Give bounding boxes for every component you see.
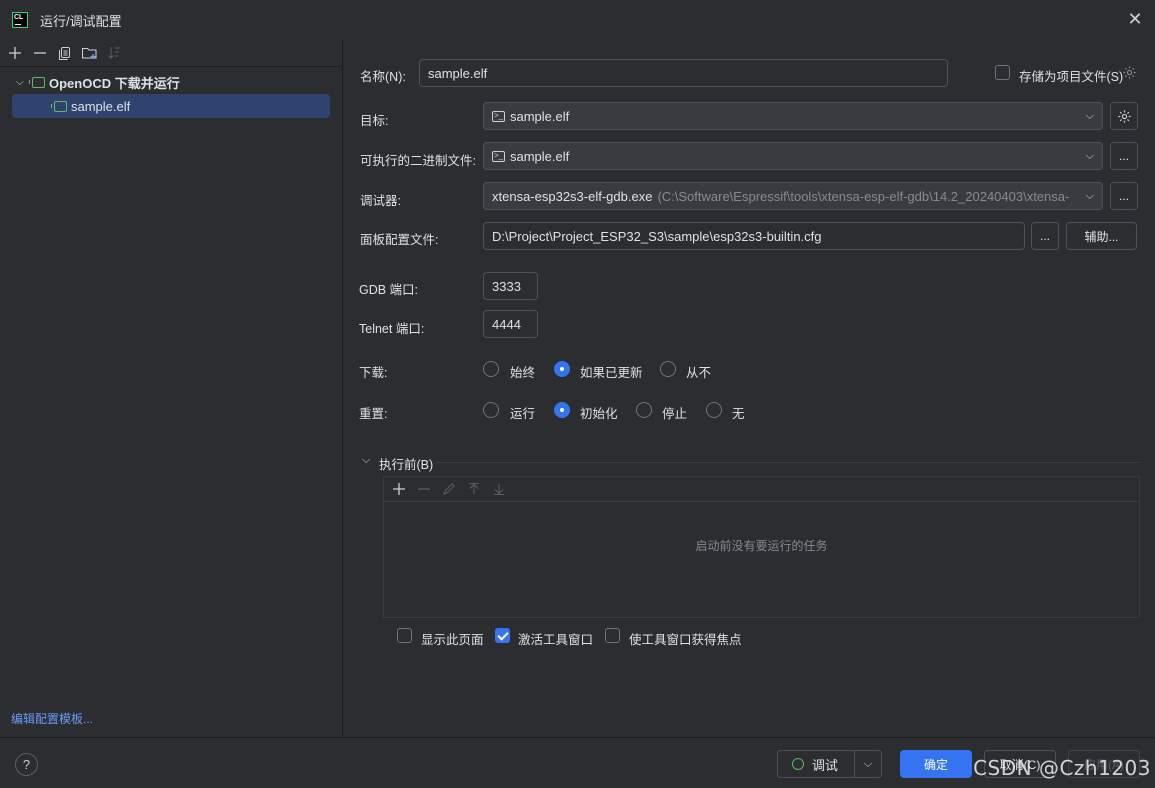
reset-none-radio[interactable] [706, 402, 722, 418]
name-field[interactable]: sample.elf [419, 59, 948, 87]
reset-none-label: 无 [732, 407, 745, 421]
executable-select[interactable]: >_ sample.elf ⌵ [483, 142, 1103, 170]
focus-tool-window-checkbox[interactable] [605, 628, 620, 643]
gear-icon[interactable] [1122, 65, 1137, 83]
target-value: sample.elf [510, 108, 570, 124]
terminal-icon: >_ [492, 110, 505, 122]
executable-value: sample.elf [510, 148, 570, 164]
telnet-port-field[interactable]: 4444 [483, 310, 538, 338]
chevron-down-icon[interactable]: ⌵ [855, 758, 881, 771]
download-if-updated-label: 如果已更新 [580, 366, 643, 380]
window-title: 运行/调试配置 [40, 13, 122, 29]
telnet-port-value: 4444 [492, 316, 521, 332]
help-button[interactable]: ? [15, 753, 38, 776]
debugger-select[interactable]: xtensa-esp32s3-elf-gdb.exe (C:\Software\… [483, 182, 1103, 210]
chevron-down-icon: ⌵ [1085, 110, 1094, 122]
chevron-down-icon[interactable]: ⌵ [16, 77, 28, 88]
reset-init-radio[interactable] [554, 402, 570, 418]
board-config-label: 面板配置文件: [360, 233, 439, 247]
target-label: 目标: [360, 114, 389, 128]
pencil-icon[interactable] [438, 479, 459, 499]
focus-tool-window-label: 使工具窗口获得焦点 [629, 633, 742, 647]
chevron-down-icon: ⌵ [1085, 150, 1094, 162]
edit-templates-link[interactable]: 编辑配置模板... [11, 710, 93, 727]
tree-group-openocd[interactable]: ⌵ OpenOCD 下载并运行 [12, 70, 330, 94]
board-config-browse-button[interactable]: ... [1031, 222, 1059, 250]
activate-tool-window-checkbox[interactable] [495, 628, 510, 643]
empty-tasks-text: 启动前没有要运行的任务 [695, 539, 828, 553]
dialog-button-bar: ? 调试 ⌵ 确定 取消(C) 应用(A) CSDN @Czh1203 [0, 737, 1155, 788]
reset-run-label: 运行 [510, 407, 536, 421]
move-up-icon[interactable] [463, 479, 484, 499]
bug-icon [792, 758, 804, 770]
debug-button[interactable]: 调试 [778, 751, 855, 777]
folder-icon[interactable] [79, 43, 100, 63]
target-settings-button[interactable] [1110, 102, 1138, 130]
reset-halt-radio[interactable] [636, 402, 652, 418]
gdb-port-value: 3333 [492, 278, 521, 294]
config-tree-panel: ⌵ OpenOCD 下载并运行 sample.elf 编辑配置模板... [0, 40, 343, 737]
debugger-label: 调试器: [360, 194, 401, 208]
download-if-updated-radio[interactable] [554, 361, 570, 377]
target-select[interactable]: >_ sample.elf ⌵ [483, 102, 1103, 130]
task-toolbar [384, 477, 1139, 502]
section-divider [436, 462, 1140, 463]
gdb-port-label: GDB 端口: [359, 283, 419, 297]
debug-split-button: 调试 ⌵ [777, 750, 882, 778]
executable-label: 可执行的二进制文件: [360, 154, 476, 168]
download-always-label: 始终 [510, 366, 536, 380]
remove-icon[interactable] [29, 43, 50, 63]
config-form: 名称(N): sample.elf 存储为项目文件(S) 目标: >_ samp… [344, 40, 1155, 737]
add-icon[interactable] [388, 479, 409, 499]
debugger-browse-button[interactable]: ... [1110, 182, 1138, 210]
tree-item-sample-elf[interactable]: sample.elf [12, 94, 330, 118]
remove-icon[interactable] [413, 479, 434, 499]
terminal-icon: >_ [492, 150, 505, 162]
watermark: CSDN @Czh1203 [973, 756, 1151, 780]
gear-icon [1117, 109, 1131, 123]
before-launch-label: 执行前(B) [379, 458, 434, 472]
move-down-icon[interactable] [488, 479, 509, 499]
show-page-label: 显示此页面 [421, 633, 484, 647]
reset-run-radio[interactable] [483, 402, 499, 418]
before-launch-task-list: 启动前没有要运行的任务 [383, 476, 1140, 618]
chevron-down-icon: ⌵ [1081, 190, 1094, 203]
activate-tool-window-label: 激活工具窗口 [518, 633, 594, 647]
close-icon[interactable]: ✕ [1125, 9, 1145, 29]
add-icon[interactable] [4, 43, 25, 63]
reset-halt-label: 停止 [662, 407, 688, 421]
chip-icon [51, 100, 67, 112]
board-config-field[interactable]: D:\Project\Project_ESP32_S3\sample\esp32… [483, 222, 1025, 250]
executable-browse-button[interactable]: ... [1110, 142, 1138, 170]
reset-init-label: 初始化 [580, 407, 618, 421]
config-tree: ⌵ OpenOCD 下载并运行 sample.elf [0, 66, 342, 118]
copy-icon[interactable] [54, 43, 75, 63]
download-never-radio[interactable] [660, 361, 676, 377]
title-bar: CL 运行/调试配置 ✕ [0, 0, 1155, 40]
tree-toolbar [0, 40, 342, 66]
gdb-port-field[interactable]: 3333 [483, 272, 538, 300]
reset-label: 重置: [359, 407, 388, 421]
name-label: 名称(N): [360, 70, 406, 84]
download-always-radio[interactable] [483, 361, 499, 377]
store-as-project-label: 存储为项目文件(S) [1019, 70, 1124, 84]
telnet-port-label: Telnet 端口: [359, 322, 425, 336]
store-as-project-checkbox[interactable] [995, 65, 1010, 80]
assist-button[interactable]: 辅助... [1066, 222, 1137, 250]
debug-label: 调试 [812, 757, 839, 773]
tree-group-label: OpenOCD 下载并运行 [49, 75, 180, 91]
debugger-path: (C:\Software\Espressif\tools\xtensa-esp-… [657, 188, 1070, 204]
ok-button[interactable]: 确定 [900, 750, 972, 778]
tree-item-label: sample.elf [71, 98, 131, 114]
app-logo-icon: CL [12, 12, 28, 28]
chip-icon [29, 76, 45, 88]
download-never-label: 从不 [686, 366, 712, 380]
name-value: sample.elf [428, 65, 488, 81]
debugger-value: xtensa-esp32s3-elf-gdb.exe [492, 188, 653, 204]
chevron-down-icon[interactable]: ⌵ [362, 454, 370, 467]
sort-icon[interactable] [104, 43, 125, 63]
download-label: 下载: [359, 366, 388, 380]
board-config-value: D:\Project\Project_ESP32_S3\sample\esp32… [492, 228, 822, 244]
show-page-checkbox[interactable] [397, 628, 412, 643]
